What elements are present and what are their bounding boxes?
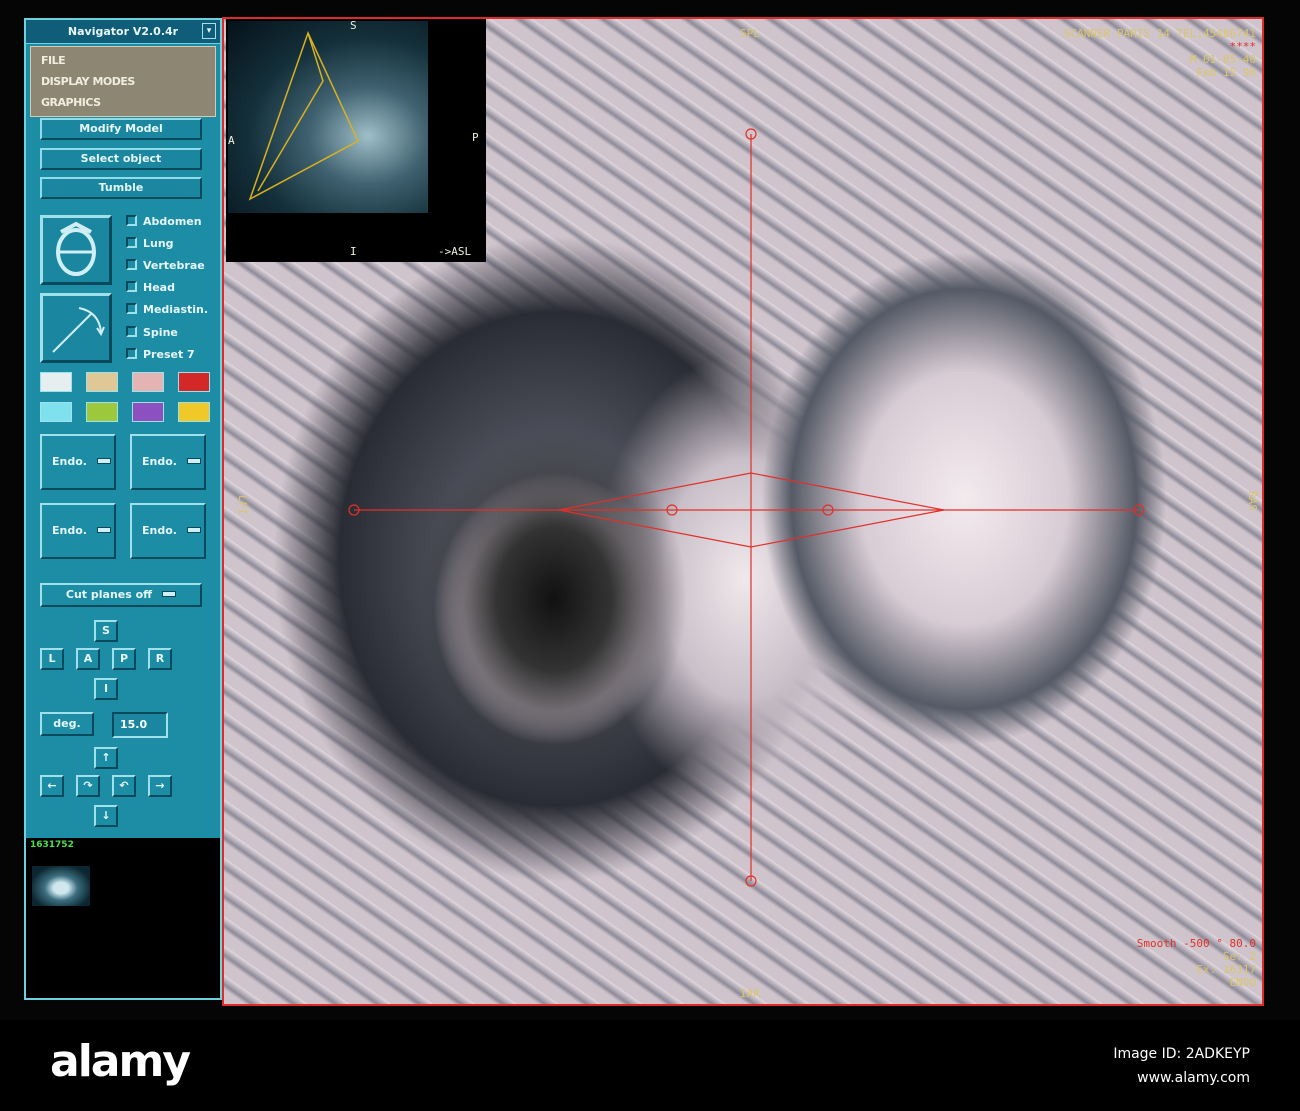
watermark-strip: alamy Image ID: 2ADKEYP www.alamy.com: [0, 1020, 1300, 1111]
scanner-name: SCANNER PARIS 14 TEL:45486741: [1063, 27, 1256, 40]
view-posterior-button[interactable]: P: [112, 648, 136, 670]
color-swatch[interactable]: [86, 402, 118, 422]
view-anterior-button[interactable]: A: [76, 648, 100, 670]
color-swatch[interactable]: [40, 372, 72, 392]
rotate-cw-icon[interactable]: ↶: [112, 775, 136, 797]
inset-label-p: P: [472, 131, 479, 144]
series-number: Se: 2: [1222, 950, 1256, 963]
checkbox-vertebrae[interactable]: Vertebrae: [126, 256, 205, 276]
smooth-setting: Smooth -500 ° 80.0: [1136, 937, 1256, 950]
menu: FILE DISPLAY MODES GRAPHICS: [30, 46, 216, 117]
menu-file[interactable]: FILE: [41, 50, 205, 71]
view-left-button[interactable]: L: [40, 648, 64, 670]
tumble-button[interactable]: Tumble: [40, 177, 202, 199]
arrow-left-icon[interactable]: ←: [40, 775, 64, 797]
window-menu-button[interactable]: ▾: [202, 23, 216, 39]
color-swatch[interactable]: [178, 372, 210, 392]
ct-slice-image: [228, 21, 428, 213]
inset-label-i: I: [350, 245, 357, 258]
view-cone-overlay: [248, 31, 359, 201]
panel-titlebar: Navigator V2.0.4r ▾: [26, 20, 220, 44]
watermark-logo: alamy: [50, 1036, 191, 1087]
inset-view-direction: ->ASL: [438, 245, 472, 258]
orientation-top: SPL: [740, 27, 760, 40]
checkbox-head[interactable]: Head: [126, 278, 175, 298]
arrow-up-icon[interactable]: ↑: [94, 747, 118, 769]
mode-label: ENDO: [1229, 976, 1257, 989]
navigator-panel: Navigator V2.0.4r ▾ FILE DISPLAY MODES GR…: [24, 18, 222, 1000]
menu-graphics[interactable]: GRAPHICS: [41, 92, 205, 113]
checkbox-abdomen[interactable]: Abdomen: [126, 212, 202, 232]
rotate-arc-icon[interactable]: [40, 293, 112, 363]
arrow-down-icon[interactable]: ↓: [94, 805, 118, 827]
endoscopic-viewport[interactable]: S A P I ->ASL SPL IAR LPI RAS SCANNER PA…: [222, 17, 1264, 1006]
ct-inset[interactable]: S A P I ->ASL: [226, 19, 486, 262]
checkbox-preset-7[interactable]: Preset 7: [126, 345, 195, 365]
inset-label-s: S: [350, 19, 357, 32]
orientation-bottom: IAR: [740, 987, 760, 1000]
endo-dropdown-2[interactable]: Endo.: [130, 434, 206, 490]
units-dropdown[interactable]: deg.: [40, 712, 94, 736]
endo-dropdown-1[interactable]: Endo.: [40, 434, 116, 490]
color-swatch[interactable]: [40, 402, 72, 422]
arrow-right-icon[interactable]: →: [148, 775, 172, 797]
view-superior-button[interactable]: S: [94, 620, 118, 642]
endo-dropdown-4[interactable]: Endo.: [130, 503, 206, 559]
color-swatch[interactable]: [86, 372, 118, 392]
series-info: Smooth -500 ° 80.0 Se: 2 Ex: 16317 ENDO: [1137, 937, 1256, 989]
status-area: 1631752: [26, 838, 220, 998]
orientation-left: LPI: [236, 495, 249, 515]
view-right-button[interactable]: R: [148, 648, 172, 670]
date: Feb 15 96: [1196, 66, 1256, 79]
watermark-id: Image ID: 2ADKEYP www.alamy.com: [1113, 1046, 1250, 1086]
endo-dropdown-3[interactable]: Endo.: [40, 503, 116, 559]
cut-planes-dropdown[interactable]: Cut planes off: [40, 583, 202, 607]
color-swatch[interactable]: [178, 402, 210, 422]
select-object-button[interactable]: Select object: [40, 148, 202, 170]
rotate-ccw-icon[interactable]: ↷: [76, 775, 100, 797]
color-swatch[interactable]: [132, 372, 164, 392]
scanner-info: SCANNER PARIS 14 TEL:45486741 **** M 01-…: [1064, 27, 1256, 79]
view-inferior-button[interactable]: I: [94, 678, 118, 700]
panel-title: Navigator V2.0.4r: [67, 25, 179, 38]
tumble-rotate-icon[interactable]: [40, 215, 112, 285]
counter: 1631752: [30, 840, 74, 850]
modify-model-button[interactable]: Modify Model: [40, 118, 202, 140]
menu-display-modes[interactable]: DISPLAY MODES: [41, 71, 205, 92]
orientation-right: RAS: [1246, 491, 1259, 511]
time: M 01-05-40: [1189, 53, 1256, 66]
checkbox-spine[interactable]: Spine: [126, 323, 178, 343]
color-swatch[interactable]: [132, 402, 164, 422]
inset-label-a: A: [228, 134, 235, 147]
angle-input[interactable]: 15.0: [112, 712, 168, 738]
checkbox-lung[interactable]: Lung: [126, 234, 174, 254]
patient-masked: ****: [1229, 40, 1257, 53]
checkbox-mediastin[interactable]: Mediastin.: [126, 300, 208, 320]
thumbnail-image[interactable]: [32, 866, 90, 906]
exam-number: Ex: 16317: [1196, 963, 1256, 976]
